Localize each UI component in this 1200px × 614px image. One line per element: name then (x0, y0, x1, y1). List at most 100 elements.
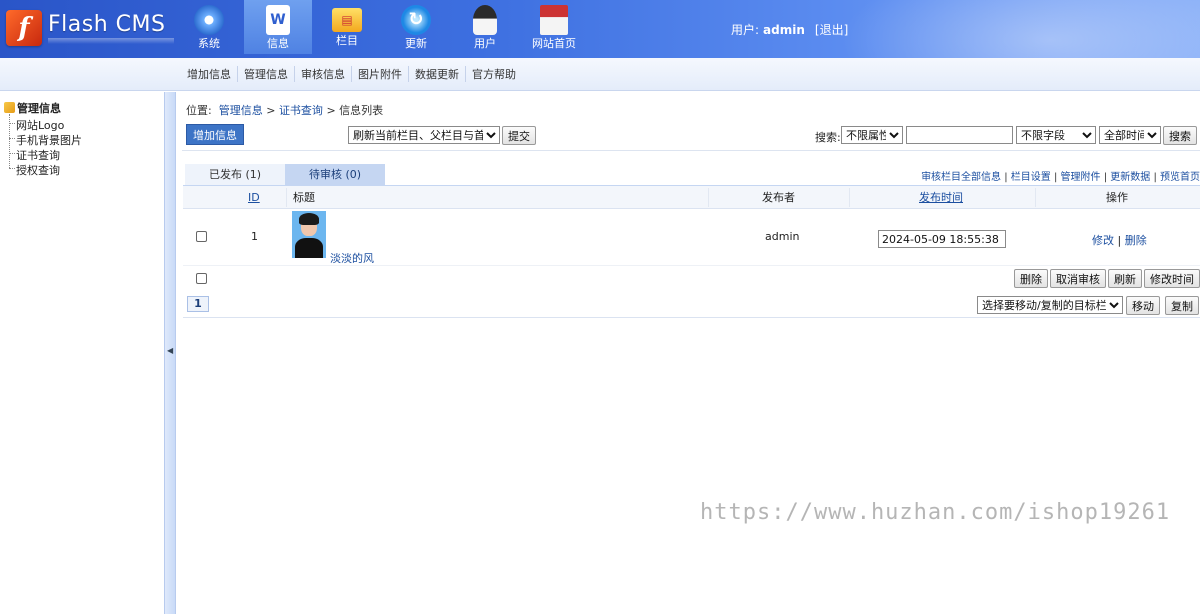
edit-link[interactable]: 修改 (1092, 234, 1114, 247)
col-id[interactable]: ID (248, 186, 260, 209)
home-icon (540, 5, 568, 35)
row-checkbox[interactable] (196, 231, 207, 242)
row-time-input[interactable] (878, 230, 1006, 248)
col-divider (849, 188, 850, 207)
refresh-icon: ↻ (401, 5, 431, 35)
watermark-text: https://www.huzhan.com/ishop19261 (700, 500, 1171, 525)
status-tabs: 已发布 (1) 待审核 (0) (185, 164, 385, 185)
topnav-label: 用户 (474, 37, 496, 50)
breadcrumb-cert-query[interactable]: 证书查询 (279, 104, 323, 117)
subnav-manage-info[interactable]: 管理信息 (238, 66, 294, 82)
logout-link[interactable]: [退出] (815, 23, 848, 37)
col-divider (286, 188, 287, 207)
collapse-arrow-icon[interactable]: ◀ (167, 346, 173, 355)
link-column-settings[interactable]: 栏目设置 (1011, 172, 1051, 183)
breadcrumb: 位置: 管理信息 > 证书查询 > 信息列表 (186, 102, 383, 118)
main-content: 位置: 管理信息 > 证书查询 > 信息列表 增加信息 刷新当前栏目、父栏目与首… (177, 92, 1200, 614)
topnav-item-system[interactable]: 系统 (175, 0, 243, 54)
row-actions: 修改 | 删除 (1092, 234, 1147, 247)
user-info: 用户: admin [退出] (731, 21, 848, 38)
col-actions: 操作 (1106, 191, 1128, 204)
attribute-select[interactable]: 不限属性 (841, 126, 903, 144)
thumbnail-hair (299, 213, 319, 225)
time-range-select[interactable]: 全部时间 (1099, 126, 1161, 144)
copy-button[interactable]: 复制 (1165, 296, 1199, 315)
topnav-item-column[interactable]: ▤ 栏目 (313, 0, 381, 54)
link-review-all[interactable]: 审核栏目全部信息 (921, 172, 1001, 183)
top-header: f Flash CMS 系统 W 信息 ▤ 栏目 ↻ 更新 用户 网站首页 用户… (0, 0, 1200, 58)
topnav-label: 更新 (405, 37, 427, 50)
tree-item-mobile-bg[interactable]: 手机背景图片 (9, 132, 82, 148)
subnav-add-info[interactable]: 增加信息 (181, 66, 237, 82)
sidebar-tree: 管理信息 网站Logo 手机背景图片 证书查询 授权查询 (0, 92, 164, 614)
subnav-data-update[interactable]: 数据更新 (409, 66, 465, 82)
delete-link[interactable]: 删除 (1125, 234, 1147, 247)
move-button[interactable]: 移动 (1126, 296, 1160, 315)
add-info-button[interactable]: 增加信息 (186, 124, 244, 145)
link-preview-home[interactable]: 预览首页 (1160, 172, 1200, 183)
divider (182, 150, 1200, 151)
sidebar-splitter[interactable]: ◀ (164, 92, 176, 614)
user-name: admin (763, 23, 805, 37)
bulk-delete-button[interactable]: 删除 (1014, 269, 1048, 288)
breadcrumb-manage-info[interactable]: 管理信息 (219, 104, 263, 117)
bulk-refresh-button[interactable]: 刷新 (1108, 269, 1142, 288)
tree-root-label: 管理信息 (17, 102, 61, 115)
tree-item-cert-query[interactable]: 证书查询 (9, 147, 60, 163)
target-column-select[interactable]: 选择要移动/复制的目标栏目 (977, 296, 1123, 314)
topnav-item-user[interactable]: 用户 (451, 0, 519, 54)
document-icon: W (266, 5, 290, 35)
sub-nav: 增加信息 管理信息 审核信息 图片附件 数据更新 官方帮助 (0, 58, 1200, 91)
row-title-link[interactable]: 淡淡的风 (330, 250, 374, 266)
subnav-review-info[interactable]: 审核信息 (295, 66, 351, 82)
breadcrumb-sep: > (266, 104, 276, 117)
thumbnail-body (295, 238, 323, 258)
search-button[interactable]: 搜索 (1163, 126, 1197, 145)
col-time[interactable]: 发布时间 (919, 186, 963, 209)
tab-pending-review[interactable]: 待审核 (0) (285, 164, 385, 185)
row-id: 1 (251, 230, 258, 243)
col-publisher: 发布者 (762, 191, 795, 204)
flash-logo-icon: f (6, 10, 42, 46)
subnav-help[interactable]: 官方帮助 (466, 66, 522, 82)
tab-published[interactable]: 已发布 (1) (185, 164, 285, 185)
table-header: ID 标题 发布者 发布时间 操作 (183, 186, 1200, 209)
col-divider (708, 188, 709, 207)
app-logo[interactable]: f Flash CMS (6, 10, 176, 50)
link-manage-attachments[interactable]: 管理附件 (1061, 172, 1101, 183)
refresh-scope-select[interactable]: 刷新当前栏目、父栏目与首页 (348, 126, 500, 144)
logo-reflection (48, 38, 174, 44)
row-publisher: admin (765, 230, 800, 243)
bulk-action-row: 删除 取消审核 刷新 修改时间 (183, 266, 1200, 292)
tab-links: 审核栏目全部信息 | 栏目设置 | 管理附件 | 更新数据 | 预览首页 (921, 172, 1200, 183)
folder-icon: ▤ (332, 8, 362, 32)
select-all-checkbox[interactable] (196, 273, 207, 284)
row-thumbnail[interactable] (292, 211, 326, 258)
topnav-label: 栏目 (336, 34, 358, 47)
field-select[interactable]: 不限字段 (1016, 126, 1096, 144)
tree-item-auth-query[interactable]: 授权查询 (9, 162, 60, 178)
topnav-label: 系统 (198, 37, 220, 50)
topnav-item-home[interactable]: 网站首页 (520, 0, 588, 54)
submit-button[interactable]: 提交 (502, 126, 536, 145)
subnav-attachments[interactable]: 图片附件 (352, 66, 408, 82)
user-prefix: 用户: (731, 23, 760, 37)
pager-row: 1 选择要移动/复制的目标栏目 移动 复制 (183, 292, 1200, 318)
cancel-review-button[interactable]: 取消审核 (1050, 269, 1106, 288)
search-input[interactable] (906, 126, 1013, 144)
col-divider (1035, 188, 1036, 207)
table-row: 1 淡淡的风 admin 修改 | 删除 (183, 209, 1200, 266)
info-table: ID 标题 发布者 发布时间 操作 1 淡淡的风 admin 修改 | 删除 (183, 185, 1200, 318)
topnav-label: 信息 (267, 37, 289, 50)
topnav-item-info[interactable]: W 信息 (244, 0, 312, 54)
user-icon (473, 5, 497, 35)
link-update-data[interactable]: 更新数据 (1110, 172, 1150, 183)
modify-time-button[interactable]: 修改时间 (1144, 269, 1200, 288)
sort-id-link[interactable]: ID (248, 191, 260, 204)
sort-time-link[interactable]: 发布时间 (919, 191, 963, 204)
settings-icon (194, 5, 224, 35)
topnav-item-update[interactable]: ↻ 更新 (382, 0, 450, 54)
top-nav: 系统 W 信息 ▤ 栏目 ↻ 更新 用户 网站首页 (175, 0, 589, 58)
tree-item-site-logo[interactable]: 网站Logo (8, 117, 64, 133)
page-number[interactable]: 1 (187, 296, 209, 312)
